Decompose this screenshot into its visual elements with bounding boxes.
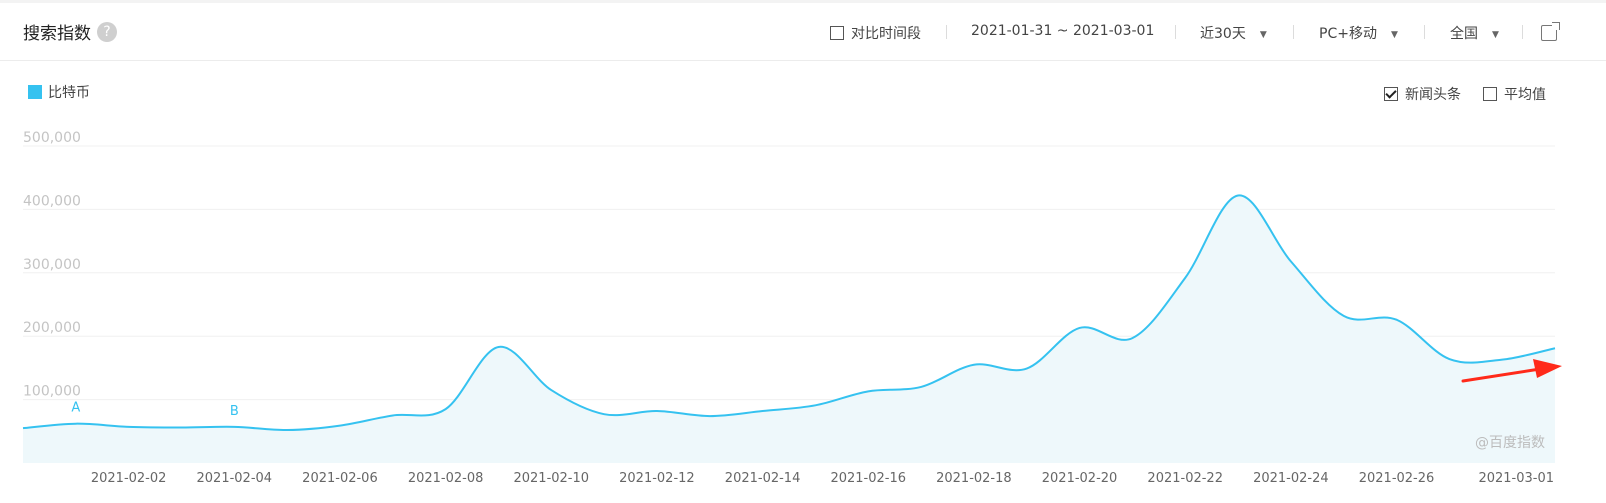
- x-tick-label: 2021-02-02: [91, 471, 167, 486]
- search-index-chart: 100,000 200,000 300,000 400,000 500,000 2021-…: [22, 130, 1562, 486]
- x-tick-label: 2021-02-22: [1147, 471, 1223, 486]
- y-tick-label: 300,000: [23, 257, 81, 273]
- x-tick-label: 2021-02-04: [197, 471, 273, 486]
- x-tick-label: 2021-02-18: [936, 471, 1012, 486]
- x-tick-label: 2021-02-10: [513, 471, 589, 486]
- x-tick-label: 2021-02-08: [408, 471, 484, 486]
- series-area: [23, 195, 1555, 463]
- x-tick-label: 2021-02-26: [1359, 471, 1435, 486]
- x-tick-label: 2021-02-14: [725, 471, 801, 486]
- x-tick-label: 2021-02-12: [619, 471, 695, 486]
- watermark: @百度指数: [1475, 435, 1545, 451]
- y-tick-label: 400,000: [23, 193, 81, 209]
- y-tick-label: 200,000: [23, 320, 81, 336]
- annotation-label: B: [230, 404, 239, 419]
- y-tick-label: 500,000: [23, 130, 81, 146]
- x-tick-label: 2021-02-24: [1253, 471, 1329, 486]
- y-tick-label: 100,000: [23, 384, 81, 400]
- x-tick-label: 2021-02-06: [302, 471, 378, 486]
- x-tick-label: 2021-02-16: [830, 471, 906, 486]
- annotation-label: A: [71, 401, 80, 416]
- x-tick-label: 2021-02-20: [1042, 471, 1118, 486]
- x-tick-label: 2021-03-01: [1478, 471, 1554, 486]
